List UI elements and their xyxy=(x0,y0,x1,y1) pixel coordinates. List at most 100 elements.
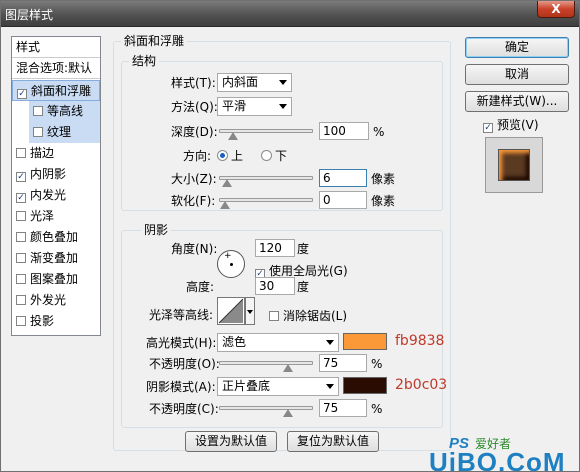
highlight-opacity-label: 不透明度(O): xyxy=(149,357,220,371)
gloss-contour-dropdown[interactable] xyxy=(245,297,255,325)
sidebar-item-gradient-overlay[interactable]: 渐变叠加 xyxy=(12,248,100,269)
angle-label: 角度(N): xyxy=(171,242,218,256)
highlight-opacity-unit: % xyxy=(371,357,383,371)
size-slider-track[interactable] xyxy=(219,176,313,187)
soften-input[interactable]: 0 xyxy=(319,191,367,209)
angle-input[interactable]: 120 xyxy=(255,239,295,257)
altitude-input[interactable]: 30 xyxy=(255,277,295,295)
dial-center-dot xyxy=(230,263,233,266)
angle-unit: 度 xyxy=(297,242,310,256)
shadow-mode-label: 阴影模式(A): xyxy=(146,380,216,394)
angle-dial[interactable]: + xyxy=(217,250,245,278)
sidebar-item-inner-glow[interactable]: 内发光 xyxy=(12,185,100,206)
method-label: 方法(Q): xyxy=(171,100,218,114)
sidebar-item-outer-glow[interactable]: 外发光 xyxy=(12,290,100,311)
sidebar-item-label: 内发光 xyxy=(30,188,67,202)
shading-title: 阴影 xyxy=(141,223,172,237)
chevron-down-icon xyxy=(279,80,287,85)
shadow-mode-select[interactable]: 正片叠底 xyxy=(217,377,339,396)
set-default-button[interactable]: 设置为默认值 xyxy=(185,431,277,452)
highlight-color-swatch[interactable] xyxy=(343,333,387,350)
bevel-checkbox[interactable] xyxy=(17,89,27,99)
sidebar-item-label: 描边 xyxy=(30,146,55,160)
sidebar-item-color-overlay[interactable]: 颜色叠加 xyxy=(12,227,100,248)
antialias-option[interactable]: 消除锯齿(L) xyxy=(269,307,347,324)
altitude-unit: 度 xyxy=(297,280,310,294)
highlight-mode-select[interactable]: 滤色 xyxy=(217,333,339,352)
altitude-label: 高度: xyxy=(186,280,215,294)
direction-up-label: 上 xyxy=(231,149,244,163)
antialias-checkbox[interactable] xyxy=(269,311,279,321)
shadow-opacity-thumb[interactable] xyxy=(283,409,293,417)
gradient-overlay-checkbox[interactable] xyxy=(16,253,26,263)
structure-title: 结构 xyxy=(129,54,160,68)
sidebar-item-styles[interactable]: 样式 xyxy=(12,37,100,58)
cancel-button[interactable]: 取消 xyxy=(465,64,569,85)
sidebar-item-label: 斜面和浮雕 xyxy=(31,84,92,98)
direction-up-radio[interactable] xyxy=(217,150,228,161)
style-preview-box xyxy=(485,137,543,193)
direction-down-radio[interactable] xyxy=(261,150,272,161)
depth-label: 深度(D): xyxy=(171,125,218,139)
chevron-down-icon xyxy=(326,384,334,389)
sidebar-item-contour[interactable]: 等高线 xyxy=(29,101,100,122)
chevron-down-icon xyxy=(279,104,287,109)
soften-label: 软化(F): xyxy=(171,194,216,208)
sidebar-item-texture[interactable]: 纹理 xyxy=(29,122,100,143)
ok-button[interactable]: 确定 xyxy=(465,37,569,58)
size-label: 大小(Z): xyxy=(171,172,217,186)
highlight-opacity-input[interactable]: 75 xyxy=(319,354,367,372)
preview-label: 预览(V) xyxy=(497,118,539,132)
soften-slider-thumb[interactable] xyxy=(220,201,230,209)
global-light-label: 使用全局光(G) xyxy=(269,264,348,278)
style-label: 样式(T): xyxy=(171,76,216,90)
sidebar-item-blending-options[interactable]: 混合选项:默认 xyxy=(12,58,100,79)
chevron-down-icon xyxy=(326,340,334,345)
sidebar-item-inner-shadow[interactable]: 内阴影 xyxy=(12,164,100,185)
sidebar-item-bevel-emboss[interactable]: 斜面和浮雕 xyxy=(12,80,100,101)
sidebar-item-stroke[interactable]: 描边 xyxy=(12,143,100,164)
satin-checkbox[interactable] xyxy=(16,211,26,221)
gloss-contour-preview[interactable] xyxy=(217,297,245,325)
close-button[interactable]: X xyxy=(537,1,575,18)
shadow-opacity-track[interactable] xyxy=(219,406,313,417)
stroke-checkbox[interactable] xyxy=(16,148,26,158)
sidebar-item-pattern-overlay[interactable]: 图案叠加 xyxy=(12,269,100,290)
size-input[interactable]: 6 xyxy=(319,169,367,187)
size-slider-thumb[interactable] xyxy=(222,179,232,187)
style-select[interactable]: 内斜面 xyxy=(217,73,292,92)
sidebar-item-satin[interactable]: 光泽 xyxy=(12,206,100,227)
preview-option[interactable]: 预览(V) xyxy=(483,116,539,133)
reset-default-button[interactable]: 复位为默认值 xyxy=(287,431,379,452)
shadow-opacity-label: 不透明度(C): xyxy=(149,402,219,416)
window-title: 图层样式 xyxy=(5,8,54,22)
layer-style-dialog: 图层样式 X 样式 混合选项:默认 斜面和浮雕 等高线 纹理 描边 内阴影 内发… xyxy=(0,0,580,472)
gloss-contour-label: 光泽等高线: xyxy=(149,308,214,322)
depth-input[interactable]: 100 xyxy=(319,122,369,140)
depth-slider-track[interactable] xyxy=(219,129,313,140)
inner-shadow-checkbox[interactable] xyxy=(16,172,26,182)
outer-glow-checkbox[interactable] xyxy=(16,295,26,305)
preview-checkbox[interactable] xyxy=(483,123,493,133)
soften-slider-track[interactable] xyxy=(219,198,313,209)
contour-checkbox[interactable] xyxy=(33,106,43,116)
bevel-group-title: 斜面和浮雕 xyxy=(121,34,188,48)
shadow-hex-note: 2b0c03 xyxy=(395,377,448,393)
highlight-mode-label: 高光模式(H): xyxy=(146,336,217,350)
shadow-color-swatch[interactable] xyxy=(343,377,387,394)
new-style-button[interactable]: 新建样式(W)... xyxy=(465,91,569,112)
pattern-overlay-checkbox[interactable] xyxy=(16,274,26,284)
sidebar-item-drop-shadow[interactable]: 投影 xyxy=(12,311,100,332)
method-select[interactable]: 平滑 xyxy=(217,97,292,116)
drop-shadow-checkbox[interactable] xyxy=(16,316,26,326)
depth-slider-thumb[interactable] xyxy=(228,132,238,140)
inner-glow-checkbox[interactable] xyxy=(16,193,26,203)
color-overlay-checkbox[interactable] xyxy=(16,232,26,242)
texture-checkbox[interactable] xyxy=(33,127,43,137)
highlight-opacity-track[interactable] xyxy=(219,361,313,372)
shadow-opacity-unit: % xyxy=(371,402,383,416)
soften-unit: 像素 xyxy=(371,194,396,208)
highlight-opacity-thumb[interactable] xyxy=(283,364,293,372)
title-bar: 图层样式 X xyxy=(1,1,579,27)
shadow-opacity-input[interactable]: 75 xyxy=(319,399,367,417)
